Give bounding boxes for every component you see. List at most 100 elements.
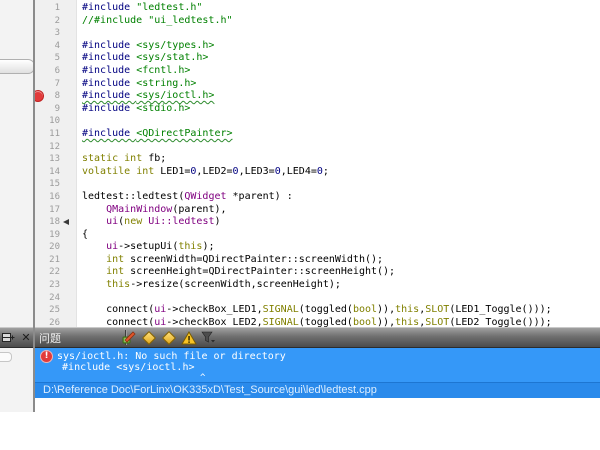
code-line[interactable]: 13 static int fb; bbox=[35, 153, 600, 166]
code-text[interactable]: //#include "ui_ledtest.h" bbox=[76, 15, 600, 28]
line-number[interactable]: 22 bbox=[45, 266, 60, 279]
line-number[interactable]: 6 bbox=[45, 65, 60, 78]
code-line[interactable]: 12 bbox=[35, 141, 600, 154]
code-line[interactable]: 16 ledtest::ledtest(QWidget *parent) : bbox=[35, 191, 600, 204]
code-text[interactable]: static int fb; bbox=[76, 153, 600, 166]
fold-margin[interactable] bbox=[60, 103, 76, 116]
fold-margin[interactable] bbox=[60, 27, 76, 40]
fold-margin[interactable] bbox=[60, 65, 76, 78]
fold-margin[interactable] bbox=[60, 90, 76, 103]
line-number[interactable]: 16 bbox=[45, 191, 60, 204]
code-text[interactable] bbox=[76, 27, 600, 40]
close-icon[interactable]: ✕ bbox=[19, 329, 33, 346]
gutter-marker-column[interactable] bbox=[35, 78, 45, 91]
fold-margin[interactable] bbox=[60, 153, 76, 166]
code-text[interactable]: #include <fcntl.h> bbox=[76, 65, 600, 78]
code-line[interactable]: 15 bbox=[35, 178, 600, 191]
code-text[interactable]: #include <stdio.h> bbox=[76, 103, 600, 116]
gutter-marker-column[interactable] bbox=[35, 279, 45, 292]
code-line[interactable]: 3 bbox=[35, 27, 600, 40]
fold-margin[interactable] bbox=[60, 254, 76, 267]
issue-file-path[interactable]: D:\Reference Doc\ForLinx\OK335xD\Test_So… bbox=[35, 382, 600, 398]
code-text[interactable]: connect(ui->checkBox_LED2,SIGNAL(toggled… bbox=[76, 317, 600, 327]
line-number[interactable]: 25 bbox=[45, 304, 60, 317]
gutter-marker-column[interactable] bbox=[35, 15, 45, 28]
fold-margin[interactable] bbox=[60, 304, 76, 317]
code-text[interactable]: #include "ledtest.h" bbox=[76, 2, 600, 15]
line-number[interactable]: 11 bbox=[45, 128, 60, 141]
code-text[interactable]: int screenHeight=QDirectPainter::screenH… bbox=[76, 266, 600, 279]
line-number[interactable]: 2 bbox=[45, 15, 60, 28]
code-line[interactable]: 20 ui->setupUi(this); bbox=[35, 241, 600, 254]
code-text[interactable]: connect(ui->checkBox_LED1,SIGNAL(toggled… bbox=[76, 304, 600, 317]
fold-margin[interactable] bbox=[60, 279, 76, 292]
line-number[interactable]: 13 bbox=[45, 153, 60, 166]
sidebar-scrollbar-thumb[interactable] bbox=[0, 59, 35, 74]
code-text[interactable] bbox=[76, 141, 600, 154]
code-line[interactable]: 8#include <sys/ioctl.h> bbox=[35, 90, 600, 103]
code-line[interactable]: 14 volatile int LED1=0,LED2=0,LED3=0,LED4… bbox=[35, 166, 600, 179]
fold-margin[interactable] bbox=[60, 292, 76, 305]
gutter-marker-column[interactable] bbox=[35, 65, 45, 78]
gutter-marker-column[interactable] bbox=[35, 292, 45, 305]
gutter-marker-column[interactable] bbox=[35, 216, 45, 229]
gutter-marker-column[interactable] bbox=[35, 40, 45, 53]
line-number[interactable]: 23 bbox=[45, 279, 60, 292]
line-number[interactable]: 3 bbox=[45, 27, 60, 40]
fold-margin[interactable] bbox=[60, 178, 76, 191]
line-number[interactable]: 15 bbox=[45, 178, 60, 191]
gutter-marker-column[interactable] bbox=[35, 266, 45, 279]
code-text[interactable]: this->resize(screenWidth,screenHeight); bbox=[76, 279, 600, 292]
code-line[interactable]: 10 bbox=[35, 115, 600, 128]
line-number[interactable]: 8 bbox=[45, 90, 60, 103]
code-text[interactable] bbox=[76, 292, 600, 305]
gutter-marker-column[interactable] bbox=[35, 90, 45, 103]
gutter-marker-column[interactable] bbox=[35, 103, 45, 116]
gutter-marker-column[interactable] bbox=[35, 128, 45, 141]
fold-margin[interactable] bbox=[60, 241, 76, 254]
line-number[interactable]: 9 bbox=[45, 103, 60, 116]
error-dot-icon[interactable] bbox=[35, 91, 43, 101]
fold-margin[interactable] bbox=[60, 40, 76, 53]
line-number[interactable]: 1 bbox=[45, 2, 60, 15]
issue-row[interactable]: ! sys/ioctl.h: No such file or directory bbox=[35, 348, 600, 362]
fold-margin[interactable] bbox=[60, 141, 76, 154]
code-text[interactable]: ui(new Ui::ledtest) bbox=[76, 216, 600, 229]
line-number[interactable]: 4 bbox=[45, 40, 60, 53]
fold-margin[interactable] bbox=[60, 166, 76, 179]
gutter-marker-column[interactable] bbox=[35, 241, 45, 254]
gutter-marker-column[interactable] bbox=[35, 229, 45, 242]
code-line[interactable]: 9 #include <stdio.h> bbox=[35, 103, 600, 116]
code-text[interactable]: #include <sys/stat.h> bbox=[76, 52, 600, 65]
code-line[interactable]: 21 int screenWidth=QDirectPainter::scree… bbox=[35, 254, 600, 267]
code-text[interactable]: volatile int LED1=0,LED2=0,LED3=0,LED4=0… bbox=[76, 166, 600, 179]
fold-margin[interactable] bbox=[60, 115, 76, 128]
code-line[interactable]: 23 this->resize(screenWidth,screenHeight… bbox=[35, 279, 600, 292]
code-line[interactable]: 11#include <QDirectPainter> bbox=[35, 128, 600, 141]
code-line[interactable]: 25 connect(ui->checkBox_LED1,SIGNAL(togg… bbox=[35, 304, 600, 317]
sidebar-scrollbar-thumb-small[interactable] bbox=[0, 352, 12, 362]
code-text[interactable]: ledtest::ledtest(QWidget *parent) : bbox=[76, 191, 600, 204]
code-line[interactable]: 18 ui(new Ui::ledtest) bbox=[35, 216, 600, 229]
gutter-marker-column[interactable] bbox=[35, 166, 45, 179]
code-line[interactable]: 22 int screenHeight=QDirectPainter::scre… bbox=[35, 266, 600, 279]
code-line[interactable]: 2 //#include "ui_ledtest.h" bbox=[35, 15, 600, 28]
fold-margin[interactable] bbox=[60, 191, 76, 204]
line-number[interactable]: 5 bbox=[45, 52, 60, 65]
fold-margin[interactable] bbox=[60, 204, 76, 217]
code-text[interactable]: #include <sys/types.h> bbox=[76, 40, 600, 53]
fold-margin[interactable] bbox=[60, 229, 76, 242]
code-text[interactable] bbox=[76, 178, 600, 191]
split-icon[interactable] bbox=[1, 329, 15, 346]
code-line[interactable]: 19{ bbox=[35, 229, 600, 242]
line-number[interactable]: 17 bbox=[45, 204, 60, 217]
fold-margin[interactable] bbox=[60, 52, 76, 65]
code-text[interactable]: #include <string.h> bbox=[76, 78, 600, 91]
line-number[interactable]: 20 bbox=[45, 241, 60, 254]
fold-margin[interactable] bbox=[60, 317, 76, 327]
gutter-marker-column[interactable] bbox=[35, 178, 45, 191]
line-number[interactable]: 14 bbox=[45, 166, 60, 179]
line-number[interactable]: 21 bbox=[45, 254, 60, 267]
line-number[interactable]: 12 bbox=[45, 141, 60, 154]
gutter-marker-column[interactable] bbox=[35, 204, 45, 217]
